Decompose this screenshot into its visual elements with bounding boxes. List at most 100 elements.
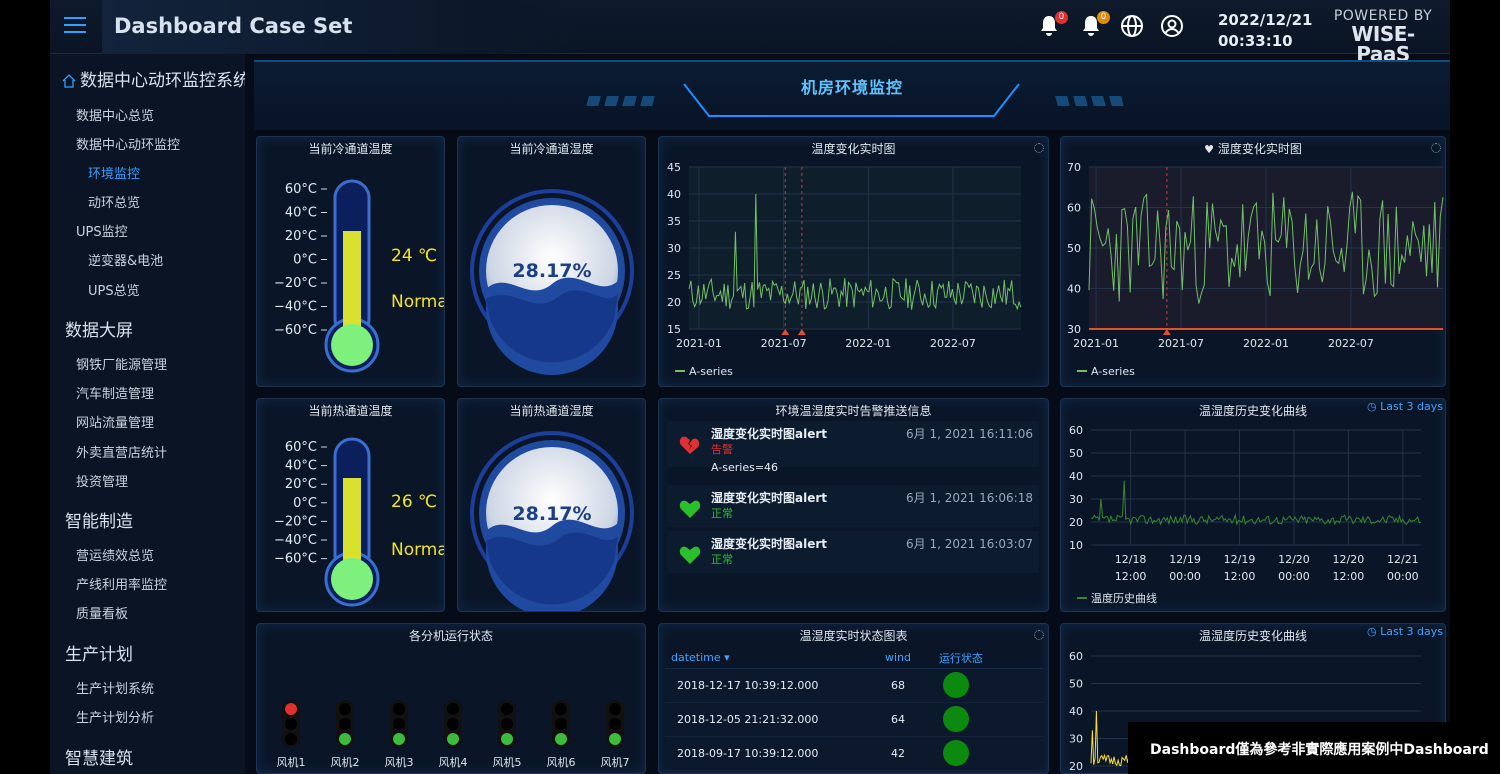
x-tick-label: 12/19: [1224, 553, 1256, 566]
y-tick-label: 50: [1069, 678, 1083, 691]
globe-icon[interactable]: [1120, 14, 1146, 40]
cell-wind: 64: [879, 702, 933, 737]
heart-ok-icon: [679, 546, 701, 564]
annotation-marker: [797, 329, 806, 335]
cold-temp-value: 24 ℃: [391, 246, 437, 266]
alert-bell-icon[interactable]: 0: [1038, 11, 1068, 40]
sidebar-item-delivery-stats[interactable]: 外卖直营店统计: [76, 442, 167, 461]
sidebar-item-performance[interactable]: 营运绩效总览: [76, 545, 154, 564]
sidebar-item-ups-overview[interactable]: UPS总览: [88, 280, 140, 299]
fan-status-light: 风机5: [483, 700, 531, 770]
sidebar-item-steel-energy[interactable]: 钢铁厂能源管理: [76, 354, 167, 373]
column-header-datetime[interactable]: datetime ▾: [665, 648, 879, 669]
hot-humidity-value: 28.17%: [512, 503, 591, 525]
sidebar-item-auto-mfg[interactable]: 汽车制造管理: [76, 383, 154, 402]
alert-item[interactable]: 湿度变化实时图alert 正常 6月 1, 2021 16:06:18: [667, 485, 1039, 527]
alert-item[interactable]: 湿度变化实时图alert 告警 A-series=46 6月 1, 2021 1…: [667, 421, 1039, 474]
temp-realtime-panel: 温度变化实时图 15 20 25 30 35 40 45 2021-01 2021-07 2022…: [658, 136, 1049, 387]
y-tick-label: 35: [667, 215, 681, 228]
status-dot: [943, 672, 969, 698]
sidebar-item-datacenter-monitor[interactable]: 数据中心动环监控: [76, 134, 180, 153]
x-tick-label: 12/21: [1387, 553, 1419, 566]
chart-legend: 温度历史曲线: [1077, 590, 1157, 606]
clock-time: 00:33:10: [1218, 32, 1293, 50]
wise-paas-logo: WISE-PaaS: [1351, 22, 1415, 66]
sidebar-item-plan-analysis[interactable]: 生产计划分析: [76, 707, 154, 726]
x-tick-label: 00:00: [1278, 570, 1310, 583]
sidebar-section-smart-building[interactable]: 智慧建筑: [65, 744, 133, 769]
x-tick-label: 12:00: [1333, 570, 1365, 583]
sidebar-root[interactable]: 数据中心动环监控系统: [62, 66, 245, 91]
x-tick-label: 2021-01: [676, 337, 722, 350]
temp-realtime-chart: 15 20 25 30 35 40 45 2021-01 2021-07 2022-01 2022-…: [667, 161, 1022, 350]
y-tick-label: 60: [1069, 650, 1083, 663]
thermometer-gauge: 60°C 40°C 20°C 0°C −20°C −40°C −60°C 24 ℃ Norm…: [274, 179, 444, 373]
sidebar-section-production-plan[interactable]: 生产计划: [65, 640, 133, 665]
notification-bell-icon[interactable]: 0: [1080, 11, 1110, 40]
fan-status-light: 风机3: [375, 700, 423, 770]
column-header-wind[interactable]: wind: [879, 648, 933, 669]
status-table-panel: 温湿度实时状态图表 datetime ▾ wind 运行状态 2018-12-1…: [658, 623, 1049, 774]
humidity-gauge: 28.17%: [470, 431, 634, 611]
alert-detail: A-series=46: [711, 461, 779, 474]
column-header-status[interactable]: 运行状态: [933, 648, 1043, 669]
panel-title: 当前冷通道温度: [308, 142, 393, 156]
sidebar-item-quality-board[interactable]: 质量看板: [76, 603, 128, 622]
fan-label: 风机4: [438, 756, 468, 769]
humidity-realtime-chart: 30 40 50 60 70 2021-01 2021-07 2022-01 2022-07: [1067, 161, 1444, 350]
sidebar-item-web-traffic[interactable]: 网站流量管理: [76, 412, 154, 431]
sidebar-item-ups-monitor[interactable]: UPS监控: [76, 221, 128, 240]
time-range-picker[interactable]: ◷ Last 3 days: [1367, 625, 1443, 638]
thermometer-tick-label: 20°C: [285, 229, 317, 244]
legend-label: 温度历史曲线: [1091, 592, 1157, 605]
dashboard-main: 机房环境监控 当前冷通道温度 60°C 40°C 20°C 0°C −20°C −40°C…: [254, 60, 1450, 774]
sidebar-item-datacenter-overview[interactable]: 数据中心总览: [76, 105, 154, 124]
powered-by-logo: POWERED BY WISE-PaaS: [1330, 8, 1436, 64]
loading-spinner-icon: [1431, 143, 1441, 153]
legend-label: A-series: [1091, 365, 1135, 378]
sidebar-item-investment[interactable]: 投资管理: [76, 471, 128, 490]
sidebar-item-power-overview[interactable]: 动环总览: [88, 192, 140, 211]
sidebar: 数据中心动环监控系统 数据中心总览 数据中心动环监控 环境监控 动环总览 UPS…: [50, 54, 245, 774]
top-header: Dashboard Case Set 0 0 2022/12/21 00:33:…: [50, 0, 1450, 64]
traffic-light-icon: [336, 700, 354, 748]
user-account-icon[interactable]: [1160, 14, 1186, 40]
sidebar-item-line-utilization[interactable]: 产线利用率监控: [76, 574, 167, 593]
x-tick-label: 2021-07: [761, 337, 807, 350]
hot-temp-status: Normal: [391, 540, 445, 560]
sidebar-section-big-screen[interactable]: 数据大屏: [65, 316, 133, 341]
thermometer-tick-label: 0°C: [293, 496, 317, 511]
sidebar-item-inverter-battery[interactable]: 逆变器&电池: [88, 250, 163, 269]
status-dot: [943, 740, 969, 766]
fan-label: 风机7: [600, 756, 630, 769]
fan-label: 风机3: [384, 756, 414, 769]
x-tick-label: 2022-01: [1243, 337, 1289, 350]
alert-badge: 0: [1055, 11, 1068, 24]
series-line: [1090, 480, 1422, 526]
x-tick-label: 12/20: [1278, 553, 1310, 566]
hot-temp-panel: 当前热通道温度 60°C 40°C 20°C 0°C −20°C −40°C −60°C 2…: [256, 398, 445, 612]
table-row: 2018-09-17 10:39:12.000 42: [665, 736, 1043, 771]
sidebar-section-smart-mfg[interactable]: 智能制造: [65, 507, 133, 532]
alert-time: 6月 1, 2021 16:11:06: [906, 427, 1033, 441]
humidity-gauge: 28.17%: [470, 189, 634, 375]
alert-name: 湿度变化实时图alert: [711, 491, 828, 505]
y-tick-label: 40: [667, 188, 681, 201]
alert-item[interactable]: 湿度变化实时图alert 正常 6月 1, 2021 16:03:07: [667, 531, 1039, 573]
y-tick-label: 10: [1069, 539, 1083, 552]
time-range-picker[interactable]: ◷ Last 3 days: [1367, 400, 1443, 413]
traffic-light-icon: [390, 700, 408, 748]
thermometer-tick-label: 60°C: [285, 182, 317, 197]
heart-icon: ♥: [1204, 143, 1215, 156]
cell-datetime: 2018-12-17 10:39:12.000: [665, 668, 879, 703]
y-tick-label: 60: [1067, 202, 1081, 215]
loading-spinner-icon: [1034, 143, 1044, 153]
thermometer-tick-label: 60°C: [285, 440, 317, 455]
y-tick-label: 25: [667, 269, 681, 282]
hamburger-menu-icon[interactable]: [64, 17, 86, 37]
fan-label: 风机6: [546, 756, 576, 769]
table-row: 2018-12-05 21:21:32.000 64: [665, 702, 1043, 737]
sidebar-item-plan-system[interactable]: 生产计划系统: [76, 678, 154, 697]
sidebar-item-env-monitor[interactable]: 环境监控: [88, 163, 140, 182]
fan-status-light: 风机7: [591, 700, 639, 770]
